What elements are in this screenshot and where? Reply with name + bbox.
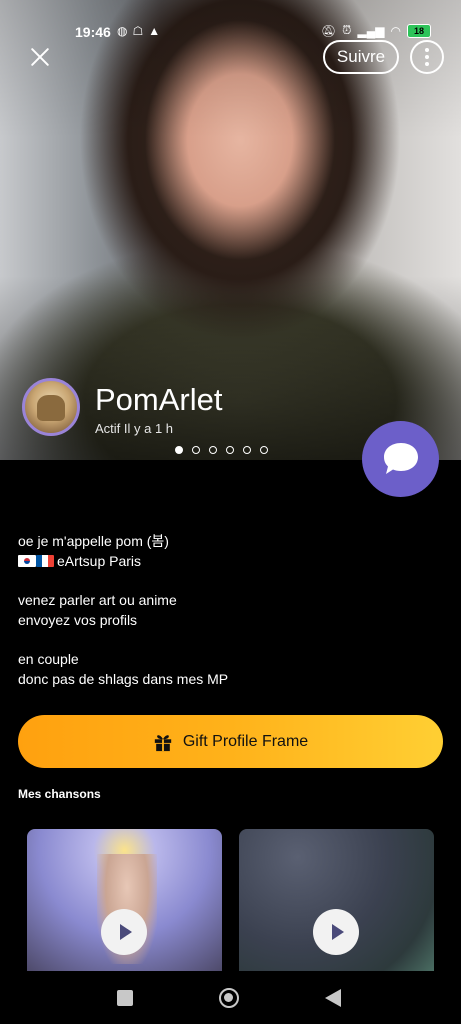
username: PomArlet (95, 382, 223, 417)
bio-line: en couple (18, 651, 79, 667)
battery-icon: 18 (407, 23, 431, 38)
play-icon[interactable] (313, 909, 359, 955)
more-options-icon[interactable] (410, 40, 444, 74)
status-time: 19:46 (75, 24, 111, 40)
profile-bio: oe je m'appelle pom (봄) eArtsup Paris ve… (18, 531, 228, 708)
gift-profile-frame-button[interactable]: Gift Profile Frame (18, 715, 443, 768)
status-bar: 19:46 ◍ ☖ ▲ 🔕︎ ⏰︎ ▂▄▆ ◠ 18 (0, 0, 461, 40)
mute-icon: 🔕︎ (320, 23, 337, 38)
song-card[interactable] (239, 829, 434, 971)
messenger-icon: ◍ (117, 24, 128, 38)
home-icon[interactable] (219, 988, 239, 1008)
chat-button[interactable] (362, 421, 439, 497)
bio-line: envoyez vos profils (18, 612, 138, 628)
chat-bubble-icon (383, 443, 418, 474)
bio-line: eArtsup Paris (57, 553, 142, 569)
alarm-icon: ⏰︎ (342, 23, 352, 37)
pagination-dot[interactable] (226, 446, 234, 454)
pagination-dot[interactable] (175, 446, 183, 454)
songs-section-title: Mes chansons (18, 787, 101, 801)
play-icon[interactable] (101, 909, 147, 955)
follow-button[interactable]: Suivre (323, 40, 399, 74)
bio-line: venez parler art ou anime (18, 592, 177, 608)
gift-button-label: Gift Profile Frame (182, 732, 309, 750)
avatar[interactable] (22, 378, 80, 436)
signal-icon: ▂▄▆ (357, 23, 385, 38)
bio-line: donc pas de shlags dans mes MP (18, 671, 229, 687)
bio-line: oe je m'appelle pom (봄) (18, 533, 169, 549)
song-card[interactable] (27, 829, 222, 971)
pagination-dot[interactable] (209, 446, 217, 454)
wifi-icon: ◠ (390, 23, 401, 38)
pagination-dot[interactable] (243, 446, 251, 454)
recent-apps-icon[interactable] (117, 990, 133, 1006)
snapchat-icon: ☖ (132, 24, 144, 38)
gift-icon (154, 734, 171, 751)
korea-flag-icon (18, 555, 36, 567)
photo-pagination (175, 446, 268, 454)
last-active-status: Actif Il y a 1 h (95, 421, 174, 436)
status-left-icons: ◍ ☖ ▲ (117, 24, 160, 38)
close-icon[interactable] (28, 45, 52, 69)
back-icon[interactable] (325, 989, 341, 1007)
pagination-dot[interactable] (192, 446, 200, 454)
france-flag-icon (36, 555, 54, 567)
warning-icon: ▲ (148, 24, 161, 38)
pagination-dot[interactable] (260, 446, 268, 454)
status-right-icons: 🔕︎ ⏰︎ ▂▄▆ ◠ 18 (321, 23, 431, 38)
